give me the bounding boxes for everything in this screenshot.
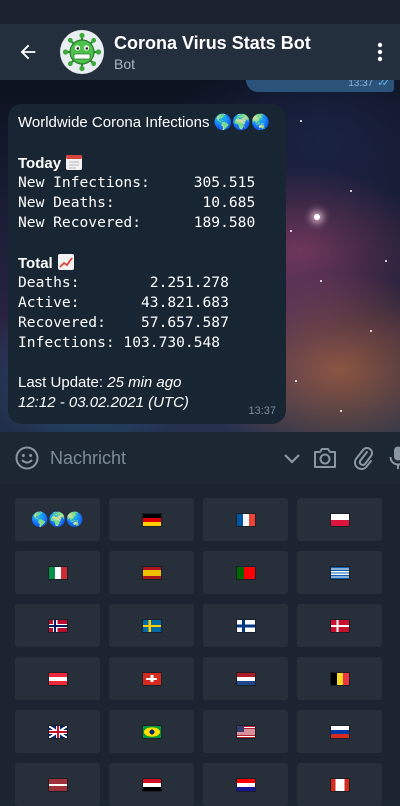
flag-ch-icon xyxy=(142,672,161,685)
total-row: Recovered: 57.657.587 xyxy=(18,314,229,331)
message-input[interactable] xyxy=(40,438,282,478)
total-row: Active: 43.821.683 xyxy=(18,294,229,311)
flag-br-icon xyxy=(142,725,161,738)
sent-message-time: 13:37 xyxy=(348,80,374,89)
chat-header: Corona Virus Stats Bot Bot xyxy=(0,24,400,80)
camera-icon xyxy=(314,448,336,468)
status-bar xyxy=(0,0,400,24)
virus-icon xyxy=(62,32,102,72)
flag-at-icon xyxy=(48,672,67,685)
total-row-heading: Total xyxy=(18,253,276,273)
bot-avatar[interactable] xyxy=(60,30,104,74)
today-row: New Infections: 305.515 xyxy=(18,174,256,191)
flag-gb-icon xyxy=(48,725,67,738)
flag-ca-icon xyxy=(330,778,349,791)
flag-pt-icon xyxy=(236,566,255,579)
keyboard-button-fi[interactable] xyxy=(203,604,288,647)
keyboard-button-label: 🌎🌍🌏 xyxy=(31,511,84,528)
microphone-icon xyxy=(389,446,400,469)
keyboard-button-nl[interactable] xyxy=(203,657,288,700)
last-update-value: 25 min ago xyxy=(107,374,182,391)
flag-pl-icon xyxy=(330,513,349,526)
keyboard-button-gr[interactable] xyxy=(297,551,382,594)
camera-button[interactable] xyxy=(312,444,338,472)
flag-de-icon xyxy=(142,513,161,526)
total-row: Infections: 103.730.548 xyxy=(18,334,221,351)
today-row: New Recovered: 189.580 xyxy=(18,214,256,231)
keyboard-button-dk[interactable] xyxy=(297,604,382,647)
keyboard-button-se[interactable] xyxy=(109,604,194,647)
keyboard-button-br[interactable] xyxy=(109,710,194,753)
bot-message[interactable]: Worldwide Corona Infections 🌎🌍🌏 Today Ne… xyxy=(8,104,286,424)
update-timestamp: 12:12 - 03.02.2021 (UTC) xyxy=(18,394,189,411)
flag-nl-icon xyxy=(236,672,255,685)
double-check-icon: ✓✓ xyxy=(377,80,390,89)
keyboard-button-de[interactable] xyxy=(109,498,194,541)
keyboard-grid: 🌎🌍🌏 xyxy=(0,498,400,806)
keyboard-button-ch[interactable] xyxy=(109,657,194,700)
paperclip-icon xyxy=(353,447,373,471)
flag-hr-icon xyxy=(236,778,255,791)
more-options-button[interactable] xyxy=(360,24,400,80)
keyboard-button-us[interactable] xyxy=(203,710,288,753)
keyboard-button-ru[interactable] xyxy=(297,710,382,753)
keyboard-button-pt[interactable] xyxy=(203,551,288,594)
chat-area[interactable]: 🌎🌍🌏 13:37 ✓✓ Worldwide Corona Infections… xyxy=(0,80,400,432)
today-row: New Deaths: 10.685 xyxy=(18,194,256,211)
today-label: Today xyxy=(18,155,62,172)
keyboard-button-at[interactable] xyxy=(15,657,100,700)
back-button[interactable] xyxy=(0,24,56,80)
keyboard-button-gb[interactable] xyxy=(15,710,100,753)
message-time: 13:37 xyxy=(248,405,276,417)
flag-it-icon xyxy=(48,566,67,579)
chat-subtitle: Bot xyxy=(114,55,136,72)
flag-lv-icon xyxy=(48,778,67,791)
message-composer xyxy=(0,432,400,484)
flag-fi-icon xyxy=(236,619,255,632)
last-update-label: Last Update: xyxy=(18,374,104,391)
chat-title-block[interactable]: Corona Virus Stats Bot Bot xyxy=(114,32,360,73)
chevron-down-icon xyxy=(284,454,300,464)
bot-keyboard: 🌎🌍🌏 xyxy=(0,484,400,806)
flag-us-icon xyxy=(236,725,255,738)
chat-title: Corona Virus Stats Bot xyxy=(114,32,311,53)
voice-button[interactable] xyxy=(388,444,400,472)
flag-eg-icon xyxy=(142,778,161,791)
smiley-icon xyxy=(15,446,39,470)
total-label: Total xyxy=(18,255,53,272)
keyboard-button-fr[interactable] xyxy=(203,498,288,541)
keyboard-button-no[interactable] xyxy=(15,604,100,647)
message-heading: Worldwide Corona Infections 🌎🌍🌏 xyxy=(18,114,270,131)
flag-be-icon xyxy=(330,672,349,685)
emoji-button[interactable] xyxy=(14,444,40,472)
flag-fr-icon xyxy=(236,513,255,526)
flag-ru-icon xyxy=(330,725,349,738)
keyboard-button-it[interactable] xyxy=(15,551,100,594)
flag-no-icon xyxy=(48,619,67,632)
flag-gr-icon xyxy=(330,566,349,579)
today-row-heading: Today xyxy=(18,153,276,173)
keyboard-button-be[interactable] xyxy=(297,657,382,700)
keyboard-button-es[interactable] xyxy=(109,551,194,594)
arrow-left-icon xyxy=(20,44,36,60)
more-vertical-icon xyxy=(377,42,383,62)
flag-es-icon xyxy=(142,566,161,579)
keyboard-button-worldwide[interactable]: 🌎🌍🌏 xyxy=(15,498,100,541)
attach-button[interactable] xyxy=(352,444,374,472)
flag-se-icon xyxy=(142,619,161,632)
keyboard-button-pl[interactable] xyxy=(297,498,382,541)
keyboard-toggle-button[interactable] xyxy=(282,444,302,472)
flag-dk-icon xyxy=(330,619,349,632)
last-update-line: Last Update: 25 min ago xyxy=(18,373,276,393)
sent-message[interactable]: 🌎🌍🌏 13:37 ✓✓ xyxy=(246,80,394,92)
total-row: Deaths: 2.251.278 xyxy=(18,274,229,291)
